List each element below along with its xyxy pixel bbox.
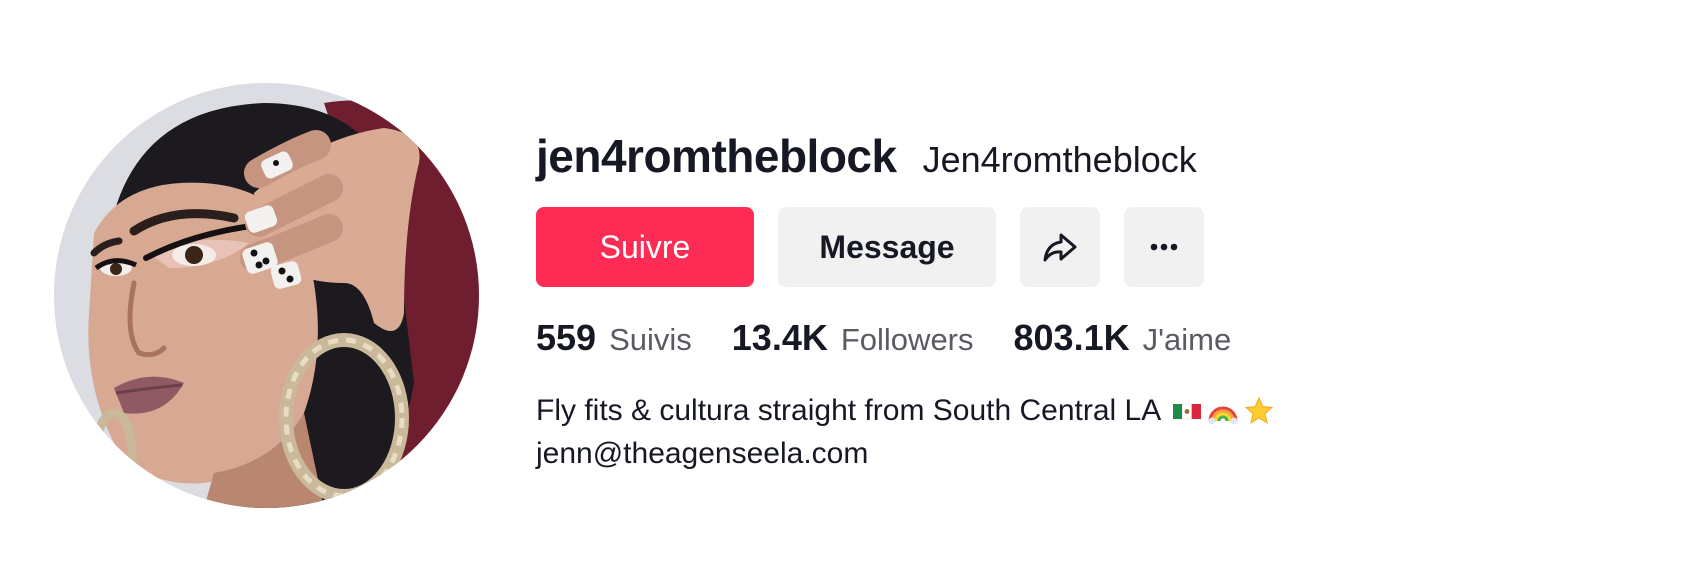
stat-followers[interactable]: 13.4K Followers xyxy=(732,317,974,359)
bio-text: Fly fits & cultura straight from South C… xyxy=(536,394,1162,427)
username: jen4romtheblock xyxy=(536,130,897,182)
stat-label: J'aime xyxy=(1142,322,1232,357)
stat-likes: 803.1K J'aime xyxy=(1014,317,1232,359)
profile-info: jen4romtheblock Jen4romtheblock Suivre M… xyxy=(536,120,1636,475)
bio: Fly fits & cultura straight from South C… xyxy=(536,389,1636,475)
stat-following[interactable]: 559 Suivis xyxy=(536,317,692,359)
profile-photo xyxy=(54,83,479,508)
message-button[interactable]: Message xyxy=(778,207,996,287)
more-dots-icon xyxy=(1150,243,1178,251)
share-arrow-icon xyxy=(1043,233,1077,262)
stat-value: 803.1K xyxy=(1013,317,1130,358)
share-button[interactable] xyxy=(1020,207,1100,287)
star-emoji xyxy=(1243,395,1275,427)
mexico-flag-emoji xyxy=(1171,395,1203,427)
bio-email: jenn@theagenseela.com xyxy=(536,437,869,470)
profile-stats: 559 Suivis 13.4K Followers 803.1K J'aime xyxy=(536,317,1636,365)
stat-value: 559 xyxy=(536,317,597,358)
rainbow-emoji xyxy=(1207,395,1239,427)
profile-header: jen4romtheblock Jen4romtheblock Suivre M… xyxy=(0,0,1700,561)
name-row: jen4romtheblock Jen4romtheblock xyxy=(536,120,1636,192)
stat-label: Followers xyxy=(840,322,974,357)
more-button[interactable] xyxy=(1124,207,1204,287)
stat-label: Suivis xyxy=(609,322,692,357)
follow-button[interactable]: Suivre xyxy=(536,207,754,287)
stat-value: 13.4K xyxy=(731,317,828,358)
action-buttons: Suivre Message xyxy=(536,207,1636,287)
bio-line: Fly fits & cultura straight from South C… xyxy=(536,389,1636,432)
avatar[interactable] xyxy=(54,83,479,508)
nickname: Jen4romtheblock xyxy=(922,139,1197,180)
